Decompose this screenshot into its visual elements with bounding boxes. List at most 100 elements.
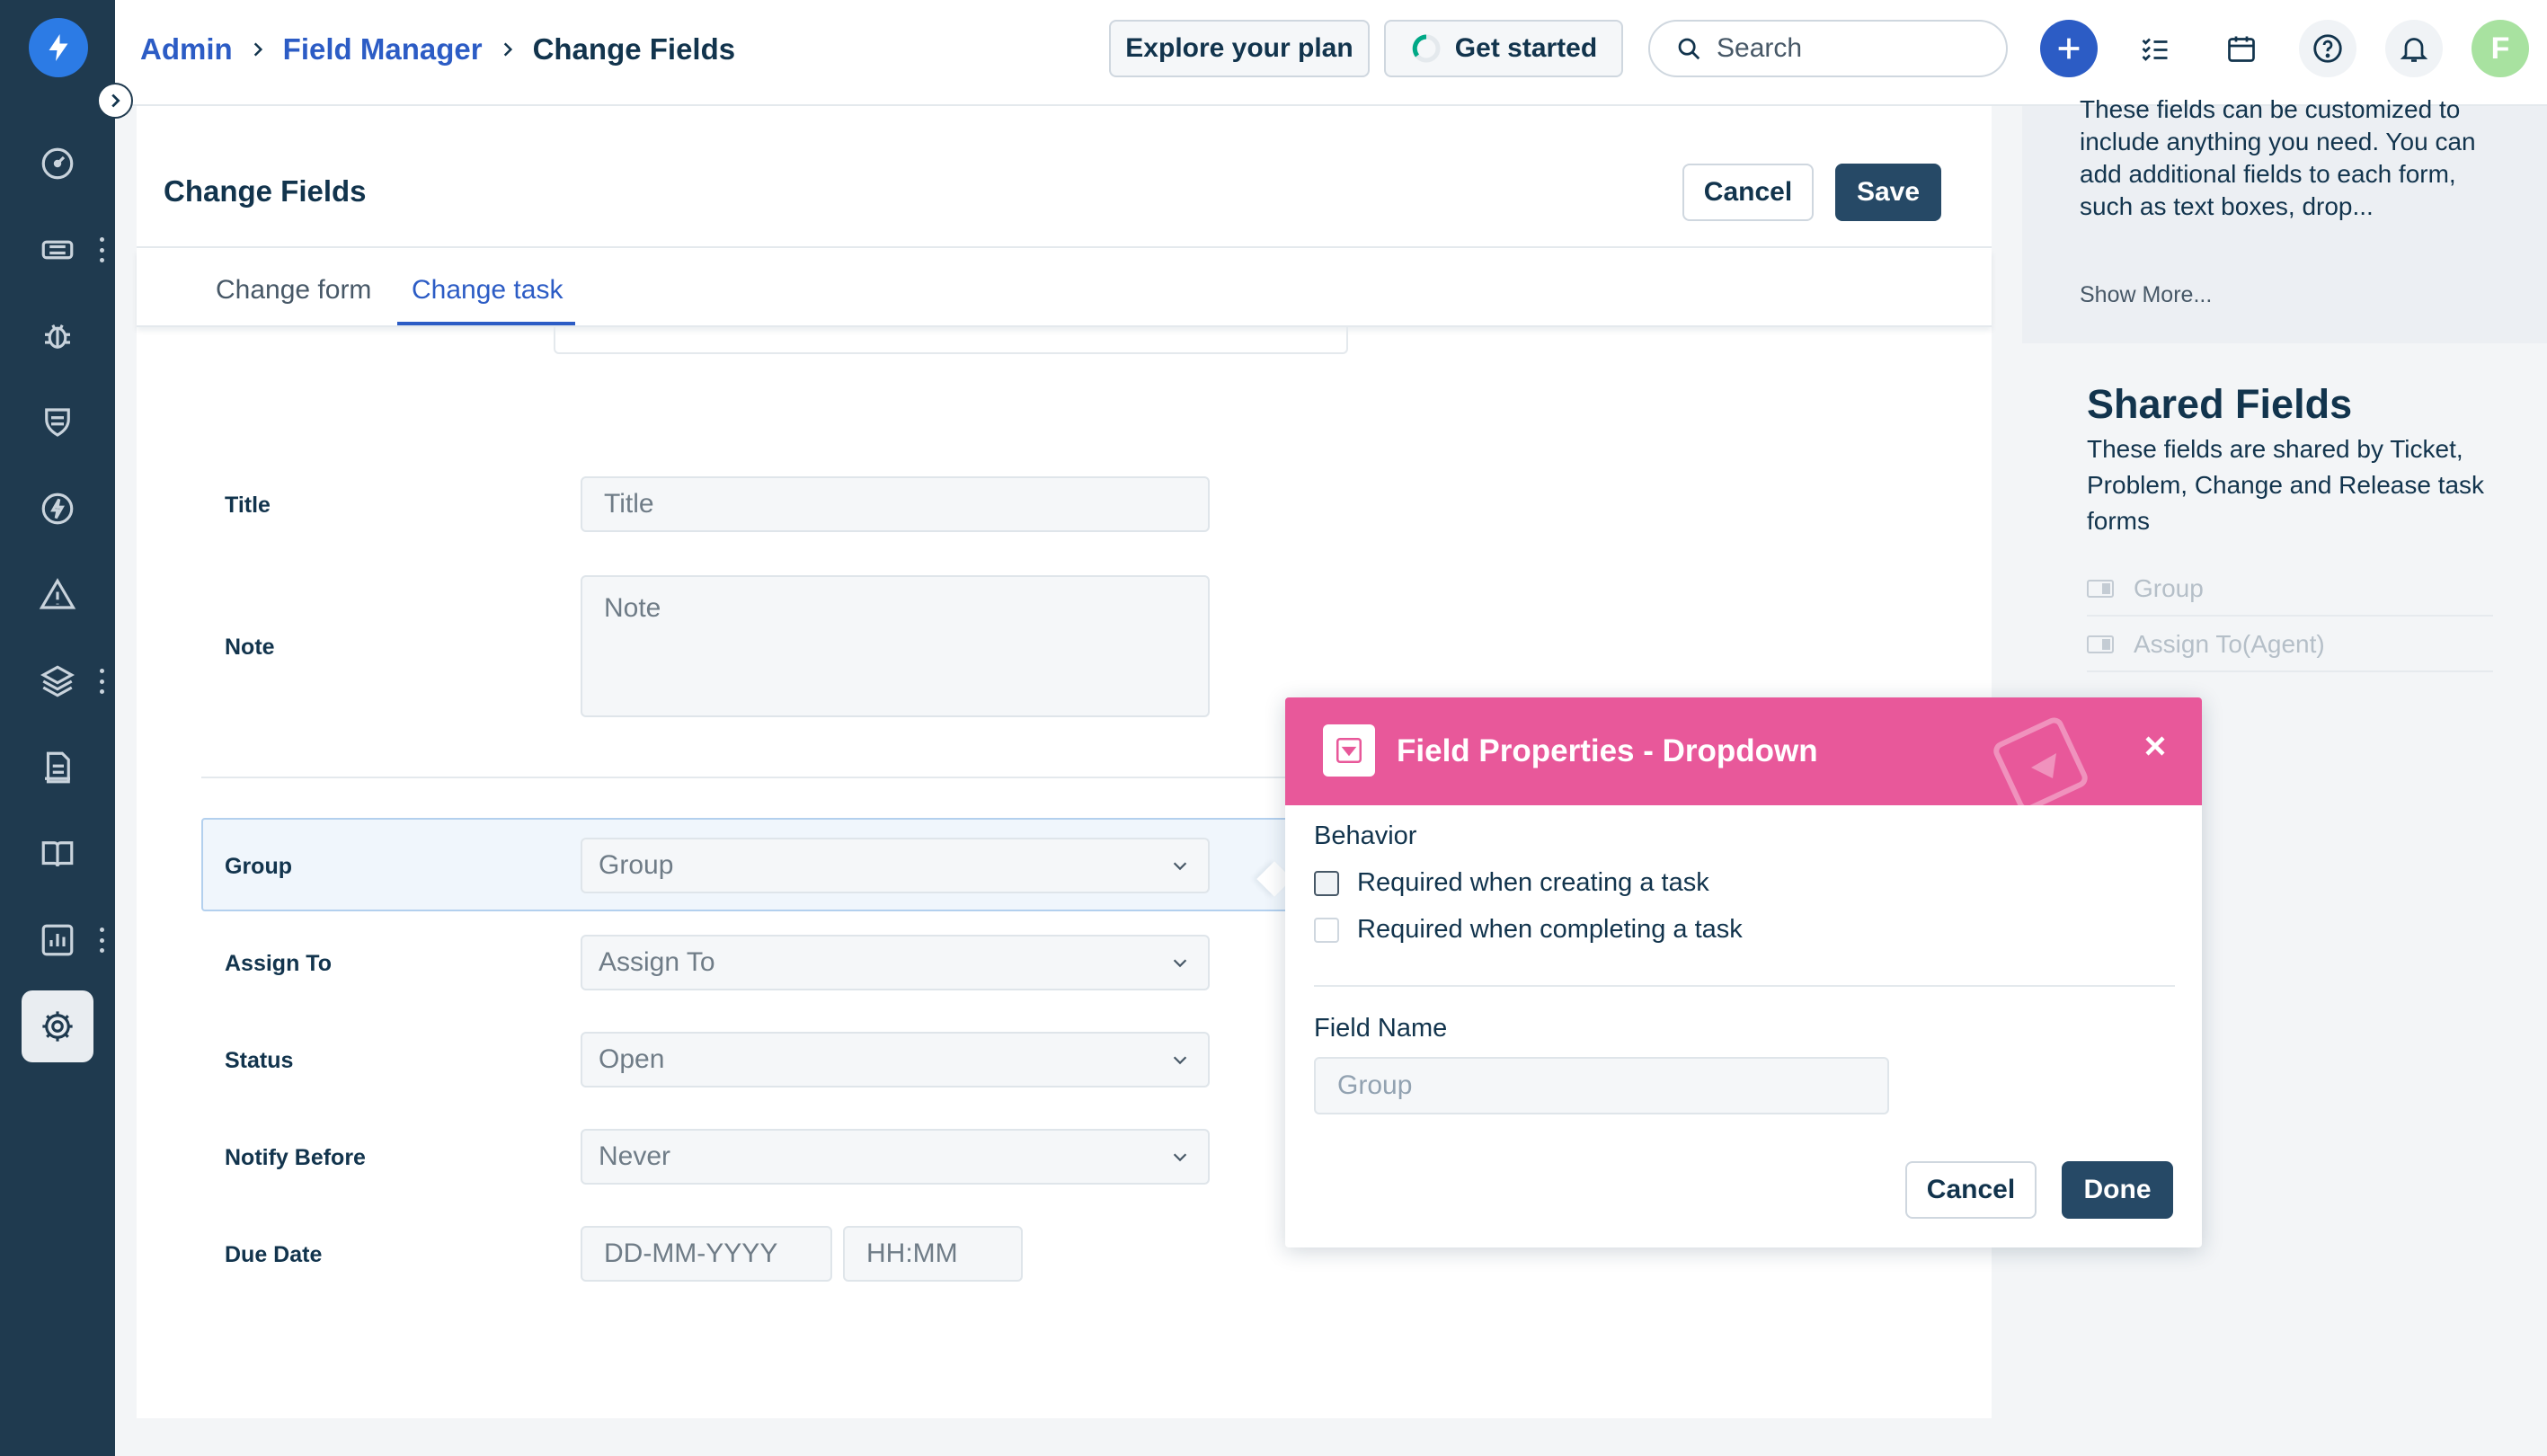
title-input[interactable]: Title [581, 476, 1210, 532]
get-started-button[interactable]: Get started [1384, 20, 1623, 77]
active-tab-indicator [397, 322, 575, 325]
bell-icon [2400, 38, 2428, 62]
status-select-value: Open [599, 1044, 665, 1074]
field-name-value: Group [1337, 1070, 1413, 1100]
shared-field-group[interactable]: Group [2087, 563, 2493, 617]
top-header: Admin Field Manager Change Fields Explor… [115, 0, 2547, 106]
help-button[interactable] [2299, 20, 2356, 77]
app-logo-icon[interactable] [29, 18, 88, 77]
status-select[interactable]: Open [581, 1032, 1210, 1088]
save-button[interactable]: Save [1835, 164, 1941, 221]
breadcrumb: Admin Field Manager Change Fields [140, 29, 735, 70]
dashboard-icon[interactable] [22, 128, 93, 200]
changes-icon[interactable] [22, 386, 93, 458]
assign-to-select-value: Assign To [599, 947, 715, 977]
field-properties-modal: Field Properties - Dropdown Behavior Req… [1285, 697, 2202, 1247]
search-icon [1678, 38, 1700, 60]
due-time-input[interactable]: HH:MM [843, 1226, 1023, 1282]
alerts-icon[interactable] [22, 559, 93, 631]
chevron-down-icon [1173, 959, 1187, 968]
custom-fields-info: These fields can be customized to includ… [2022, 95, 2547, 343]
notify-before-label: Notify Before [225, 1145, 366, 1170]
required-creating-label: Required when creating a task [1357, 868, 1709, 897]
assign-to-select[interactable]: Assign To [581, 935, 1210, 990]
plus-icon [2058, 38, 2080, 59]
decorative-shape-icon [1993, 717, 2088, 811]
notify-before-select[interactable]: Never [581, 1129, 1210, 1185]
left-nav-rail [0, 0, 115, 1456]
status-label: Status [225, 1048, 294, 1073]
breadcrumb-field-manager[interactable]: Field Manager [283, 32, 483, 67]
behavior-label: Behavior [1314, 821, 1417, 850]
problems-icon[interactable] [22, 300, 93, 372]
due-date-input[interactable]: DD-MM-YYYY [581, 1226, 832, 1282]
shared-field-assign-to-label: Assign To(Agent) [2134, 630, 2325, 658]
chevron-right-icon [503, 42, 512, 57]
shared-field-assign-to[interactable]: Assign To(Agent) [2087, 618, 2493, 672]
calendar-button[interactable] [2213, 20, 2270, 77]
releases-icon[interactable] [22, 473, 93, 545]
breadcrumb-admin[interactable]: Admin [140, 32, 233, 67]
form-tabs: Change form Change task [137, 250, 1992, 327]
shared-fields-title: Shared Fields [2087, 381, 2353, 427]
required-creating-option[interactable]: Required when creating a task [1314, 868, 1709, 898]
required-completing-option[interactable]: Required when completing a task [1314, 915, 1743, 945]
field-name-input[interactable]: Group [1314, 1057, 1889, 1114]
tab-change-task[interactable]: Change task [412, 275, 563, 306]
dropdown-field-icon [2087, 580, 2114, 598]
dropdown-type-icon [1323, 724, 1375, 777]
admin-gear-icon[interactable] [22, 990, 93, 1062]
modal-cancel-button[interactable]: Cancel [1905, 1161, 2037, 1219]
analytics-more-icon[interactable] [97, 928, 106, 953]
field-name-label: Field Name [1314, 1014, 1448, 1043]
explore-plan-button[interactable]: Explore your plan [1109, 20, 1370, 77]
search-placeholder: Search [1717, 33, 1803, 63]
reports-doc-icon[interactable] [22, 732, 93, 803]
checklist-icon [2142, 38, 2168, 61]
explore-plan-label: Explore your plan [1125, 33, 1353, 63]
custom-fields-description: These fields can be customized to includ… [2080, 95, 2476, 220]
search-input[interactable]: Search [1648, 20, 2008, 77]
note-textarea[interactable]: Note [581, 575, 1210, 717]
tickets-more-icon[interactable] [97, 237, 106, 262]
group-label: Group [225, 854, 292, 879]
previous-field-box [554, 327, 1348, 354]
group-select[interactable]: Group [581, 838, 1210, 893]
chevron-right-icon [253, 42, 262, 57]
get-started-label: Get started [1454, 33, 1598, 63]
progress-ring-icon [1412, 34, 1441, 63]
shared-field-group-label: Group [2134, 574, 2204, 602]
page-title: Change Fields [532, 32, 736, 66]
add-new-button[interactable] [2040, 20, 2098, 77]
title-input-value: Title [604, 489, 654, 519]
due-date-placeholder: DD-MM-YYYY [604, 1238, 778, 1268]
tickets-icon[interactable] [22, 214, 93, 286]
required-creating-checkbox[interactable] [1314, 870, 1339, 896]
solutions-icon[interactable] [22, 818, 93, 890]
group-select-value: Group [599, 850, 674, 880]
calendar-icon [2228, 36, 2255, 62]
due-date-label: Due Date [225, 1242, 323, 1267]
user-avatar[interactable]: F [2472, 20, 2529, 77]
cancel-button[interactable]: Cancel [1682, 164, 1814, 221]
modal-divider [1314, 985, 2175, 987]
avatar-initial: F [2490, 31, 2510, 66]
required-completing-checkbox[interactable] [1314, 917, 1339, 943]
close-icon[interactable] [2139, 730, 2171, 762]
analytics-icon[interactable] [22, 904, 93, 976]
expand-rail-button[interactable] [97, 83, 133, 119]
shared-fields-description: These fields are shared by Ticket, Probl… [2087, 435, 2485, 535]
done-button[interactable]: Done [2062, 1161, 2173, 1219]
chevron-down-icon [1173, 1056, 1187, 1065]
todo-list-button[interactable] [2126, 20, 2184, 77]
note-textarea-value: Note [604, 593, 661, 623]
card-header: Change Fields Cancel Save [137, 106, 1992, 248]
show-more-link[interactable]: Show More... [2080, 282, 2212, 308]
assign-to-label: Assign To [225, 951, 332, 976]
modal-title: Field Properties - Dropdown [1397, 733, 1818, 768]
tab-change-form[interactable]: Change form [216, 275, 371, 306]
assets-more-icon[interactable] [97, 669, 106, 694]
chevron-down-icon [1173, 862, 1187, 871]
notifications-button[interactable] [2385, 20, 2443, 77]
assets-icon[interactable] [22, 645, 93, 717]
